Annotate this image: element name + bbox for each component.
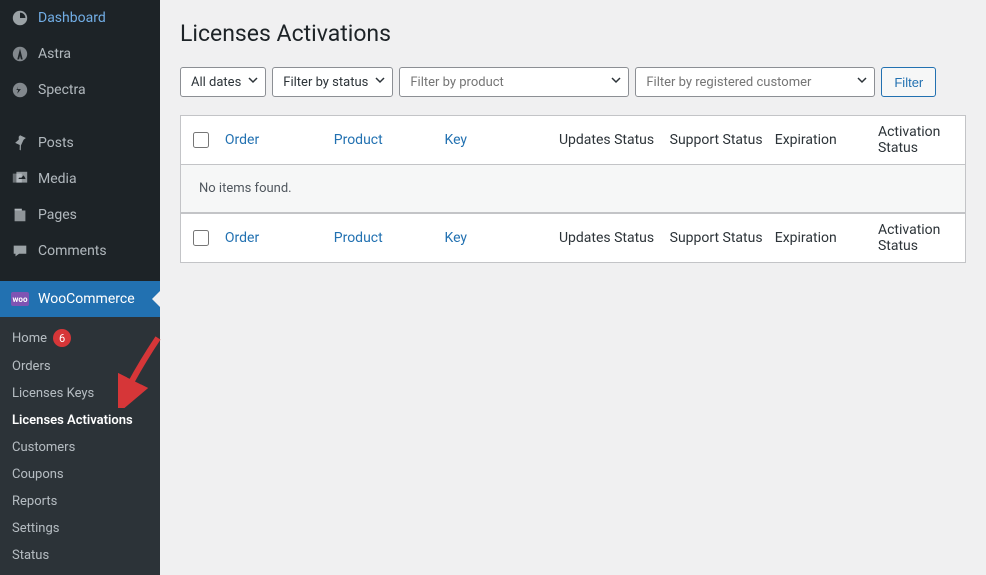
select-all-footer	[193, 230, 225, 246]
sidebar-item-pages[interactable]: Pages	[0, 197, 160, 233]
sidebar-item-label: Media	[38, 171, 77, 187]
sidebar-item-label: Astra	[38, 46, 71, 62]
submenu-item-label: Status	[12, 548, 49, 563]
column-support-status: Support Status	[670, 132, 775, 148]
sidebar-item-posts[interactable]: Posts	[0, 125, 160, 161]
sidebar-item-label: Dashboard	[38, 10, 106, 26]
submenu-item-label: Licenses Activations	[12, 413, 133, 428]
main-content: Licenses Activations All dates Filter by…	[160, 0, 986, 575]
column-expiration: Expiration	[775, 132, 878, 148]
submenu-item-label: Coupons	[12, 467, 64, 482]
submenu-item-label: Reports	[12, 494, 57, 509]
filters-row: All dates Filter by status Filter by pro…	[180, 67, 966, 97]
chevron-down-icon	[856, 74, 868, 90]
submenu-item-settings[interactable]: Settings	[0, 515, 160, 542]
sidebar-item-label: Spectra	[38, 82, 86, 98]
column-expiration: Expiration	[775, 230, 878, 246]
submenu-item-customers[interactable]: Customers	[0, 434, 160, 461]
submenu-item-label: Orders	[12, 359, 51, 374]
woo-icon: woo	[10, 289, 30, 309]
sidebar-item-spectra[interactable]: Spectra	[0, 72, 160, 108]
table-empty-message: No items found.	[181, 165, 965, 213]
column-product[interactable]: Product	[334, 230, 445, 246]
filter-status-value: Filter by status	[283, 75, 368, 90]
pages-icon	[10, 205, 30, 225]
filter-dates-select[interactable]: All dates	[180, 67, 266, 97]
table-footer: Order Product Key Updates Status Support…	[181, 213, 965, 262]
column-activation-status: Activation Status	[878, 124, 953, 156]
sidebar-item-astra[interactable]: Astra	[0, 36, 160, 72]
woocommerce-submenu: Home 6 Orders Licenses Keys Licenses Act…	[0, 317, 160, 575]
admin-sidebar: Dashboard Astra Spectra Posts Media Page…	[0, 0, 160, 575]
select-all-header	[193, 132, 225, 148]
submenu-item-coupons[interactable]: Coupons	[0, 461, 160, 488]
select-all-checkbox[interactable]	[193, 132, 209, 148]
filter-dates-value: All dates	[191, 75, 241, 90]
chevron-down-icon	[247, 74, 259, 90]
filter-status-select[interactable]: Filter by status	[272, 67, 393, 97]
chevron-down-icon	[374, 74, 386, 90]
comments-icon	[10, 241, 30, 261]
column-updates-status: Updates Status	[559, 230, 670, 246]
dashboard-icon	[10, 8, 30, 28]
sidebar-item-woocommerce[interactable]: woo WooCommerce	[0, 281, 160, 317]
submenu-item-orders[interactable]: Orders	[0, 353, 160, 380]
licenses-table: Order Product Key Updates Status Support…	[180, 115, 966, 263]
column-order[interactable]: Order	[225, 132, 334, 148]
pin-icon	[10, 133, 30, 153]
sidebar-item-label: Comments	[38, 243, 107, 259]
column-product[interactable]: Product	[334, 132, 445, 148]
sidebar-item-dashboard[interactable]: Dashboard	[0, 0, 160, 36]
spectra-icon	[10, 80, 30, 100]
sidebar-item-comments[interactable]: Comments	[0, 233, 160, 269]
column-support-status: Support Status	[670, 230, 775, 246]
submenu-item-licenses-activations[interactable]: Licenses Activations	[0, 407, 160, 434]
column-key[interactable]: Key	[444, 230, 558, 246]
submenu-item-licenses-keys[interactable]: Licenses Keys	[0, 380, 160, 407]
column-updates-status: Updates Status	[559, 132, 670, 148]
select-all-checkbox[interactable]	[193, 230, 209, 246]
column-key[interactable]: Key	[444, 132, 558, 148]
sidebar-item-label: WooCommerce	[38, 291, 135, 307]
table-header: Order Product Key Updates Status Support…	[181, 116, 965, 165]
chevron-down-icon	[610, 74, 622, 90]
column-activation-status: Activation Status	[878, 222, 953, 254]
filter-customer-select[interactable]: Filter by registered customer	[635, 67, 875, 97]
submenu-item-label: Customers	[12, 440, 75, 455]
submenu-item-label: Settings	[12, 521, 59, 536]
submenu-item-label: Home	[12, 331, 47, 346]
astra-icon	[10, 44, 30, 64]
submenu-item-label: Licenses Keys	[12, 386, 94, 401]
media-icon	[10, 169, 30, 189]
badge: 6	[53, 329, 71, 347]
filter-product-placeholder: Filter by product	[410, 75, 503, 90]
filter-button[interactable]: Filter	[881, 67, 936, 97]
submenu-item-reports[interactable]: Reports	[0, 488, 160, 515]
column-order[interactable]: Order	[225, 230, 334, 246]
sidebar-item-label: Pages	[38, 207, 77, 223]
filter-customer-placeholder: Filter by registered customer	[646, 75, 811, 90]
sidebar-item-media[interactable]: Media	[0, 161, 160, 197]
submenu-item-home[interactable]: Home 6	[0, 323, 160, 353]
sidebar-item-label: Posts	[38, 135, 74, 151]
filter-product-select[interactable]: Filter by product	[399, 67, 629, 97]
page-title: Licenses Activations	[180, 20, 966, 47]
submenu-item-status[interactable]: Status	[0, 542, 160, 569]
